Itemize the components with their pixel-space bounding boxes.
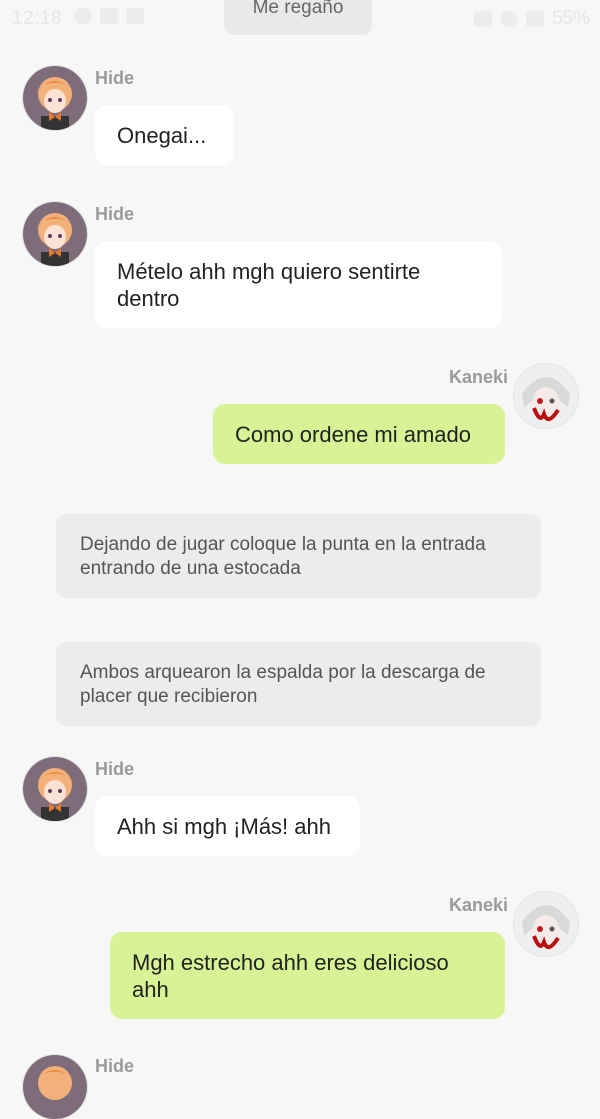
hide-avatar-image [23,1055,87,1119]
folder-icon [100,8,118,24]
hide-avatar[interactable] [23,66,87,130]
message-bubble[interactable]: Como ordene mi amado [213,404,505,464]
narration-card[interactable]: Ambos arquearon la espalda por la descar… [56,642,541,726]
mute-icon [473,11,492,27]
signal-icon [525,11,544,27]
wifi-icon [499,11,518,27]
hide-avatar[interactable] [23,757,87,821]
sender-name: Kaneki [449,895,509,915]
status-time: 12:18 [12,8,63,29]
sender-name: Hide [95,204,135,224]
image-icon [126,8,144,24]
top-message-chip[interactable]: Me regaño [224,0,372,35]
kaneki-avatar[interactable] [514,892,578,956]
battery-percent: 55% [551,8,590,29]
notification-icon [74,8,92,24]
narration-card[interactable]: Dejando de jugar coloque la punta en la … [56,514,541,598]
hide-avatar[interactable] [23,202,87,266]
message-bubble[interactable]: Mgh estrecho ahh eres delicioso ahh [110,932,505,1019]
message-bubble[interactable]: Ahh si mgh ¡Más! ahh [95,796,360,856]
hide-avatar[interactable] [23,1055,87,1119]
kaneki-avatar-image [514,364,578,428]
kaneki-avatar-image [514,892,578,956]
sender-name: Hide [95,68,135,88]
kaneki-avatar[interactable] [514,364,578,428]
message-bubble[interactable]: Onegai... [95,105,234,165]
hide-avatar-image [23,66,87,130]
message-bubble[interactable]: Mételo ahh mgh quiero sentirte dentro [95,241,502,328]
hide-avatar-image [23,202,87,266]
sender-name: Kaneki [449,367,509,387]
hide-avatar-image [23,757,87,821]
sender-name: Hide [95,759,135,779]
